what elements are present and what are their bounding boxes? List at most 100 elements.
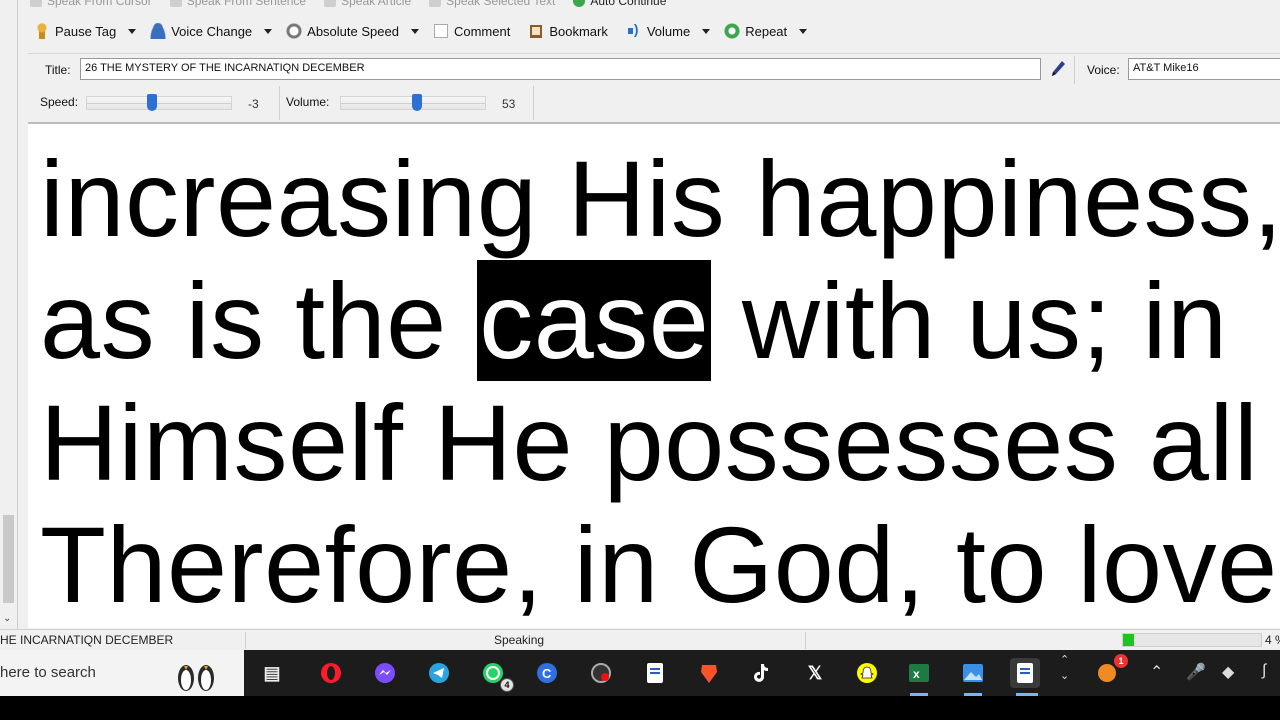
comment-icon [432, 23, 449, 39]
windows-taskbar: here to search ▤ 4 C 𝕏 x ⌃ ⌄ 1 ⌃ 🎤 ◆ ∫ [0, 650, 1280, 696]
title-label: Title: [45, 63, 71, 77]
main-toolbar: Pause Tag Voice Change Absolute Speed Co… [30, 19, 817, 43]
brave-icon[interactable] [694, 658, 724, 688]
speak-from-cursor-button[interactable]: Speak From Cursor [30, 0, 152, 8]
left-scrollbar[interactable]: ⌄ [0, 0, 18, 630]
text-reader-taskbar-icon[interactable] [1010, 658, 1040, 688]
search-placeholder: here to search [0, 664, 96, 681]
pause-tag-dropdown-icon[interactable] [128, 28, 137, 34]
voice-change-button[interactable]: Voice Change [146, 19, 256, 43]
speed-slider-thumb[interactable] [147, 94, 157, 111]
status-state: Speaking [494, 633, 545, 647]
volume-button[interactable]: Volume [622, 19, 694, 43]
document-app-icon[interactable] [640, 658, 670, 688]
comment-button[interactable]: Comment [429, 19, 514, 43]
taskbar-search-box[interactable]: here to search [0, 650, 244, 696]
voice-person-icon [150, 23, 167, 39]
text-line-4: Therefore, in God, to love [40, 504, 1278, 625]
whatsapp-icon[interactable]: 4 [478, 658, 514, 692]
reading-progress-fill [1123, 634, 1135, 646]
network-icon[interactable]: ◆ [1222, 662, 1234, 682]
screen-recorder-icon[interactable] [586, 658, 616, 688]
svg-text:C: C [542, 666, 552, 681]
speak-selected-icon [429, 0, 442, 7]
pause-tag-icon [34, 23, 50, 39]
speaker-icon [625, 21, 642, 39]
speed-volume-bar: Speed: -3 Volume: 53 [28, 86, 1280, 120]
opera-icon[interactable] [316, 658, 346, 688]
volume-slider[interactable] [340, 94, 486, 111]
auto-continue-icon [573, 0, 586, 7]
text-line-1: increasing His happiness, [40, 138, 1280, 259]
title-field[interactable]: 26 THE MYSTERY OF THE INCARNATIQN DECEMB… [80, 58, 1041, 80]
notification-app-icon[interactable]: 1 [1092, 654, 1128, 688]
notification-badge: 1 [1114, 654, 1128, 668]
status-divider-1 [245, 632, 246, 649]
speak-article-button[interactable]: Speak Article [324, 0, 411, 8]
voice-change-dropdown-icon[interactable] [264, 28, 273, 34]
volume-label: Volume: [286, 95, 330, 109]
volume-value: 53 [502, 97, 516, 111]
auto-continue-button[interactable]: Auto Continue [573, 0, 666, 8]
speak-cursor-icon [30, 0, 42, 7]
show-hidden-icons-icon[interactable]: ⌃ [1150, 662, 1163, 682]
whatsapp-badge: 4 [500, 678, 514, 692]
pen-tray-icon[interactable]: ∫ [1262, 662, 1266, 680]
speak-from-sentence-button[interactable]: Speak From Sentence [169, 0, 306, 8]
voice-label: Voice: [1087, 63, 1120, 77]
voice-field[interactable]: AT&T Mike16 [1128, 58, 1280, 80]
scroll-down-arrow-icon[interactable]: ⌄ [3, 613, 11, 624]
taskbar-scroll-arrows-icon[interactable]: ⌃ ⌄ [1060, 652, 1069, 684]
volume-dropdown-icon[interactable] [702, 28, 711, 34]
text-line-3: Himself He possesses all [40, 382, 1259, 503]
text-line-2-end: with us; in [711, 260, 1228, 381]
telegram-icon[interactable] [424, 658, 454, 688]
speak-sentence-icon [169, 0, 182, 7]
penguins-search-highlight-icon [178, 665, 214, 691]
title-bar: Title: 26 THE MYSTERY OF THE INCARNATIQN… [28, 53, 1280, 85]
slider-divider [279, 86, 280, 120]
status-document-name: HE INCARNATIQN DECEMBER [0, 633, 174, 647]
status-percent: 4 % [1265, 633, 1280, 647]
bookmark-icon [528, 23, 545, 39]
tts-reader-window: ⌄ Speak From Cursor Speak From Sentence … [0, 0, 1280, 650]
screen-bottom-border [0, 696, 1280, 720]
reading-pane[interactable]: increasing His happiness, as is the case… [28, 122, 1280, 628]
speak-toolbar: Speak From Cursor Speak From Sentence Sp… [30, 0, 666, 8]
speak-selected-text-button[interactable]: Speak Selected Text [429, 0, 555, 8]
snapchat-icon[interactable] [852, 658, 882, 688]
pause-tag-button[interactable]: Pause Tag [30, 19, 120, 43]
repeat-button[interactable]: Repeat [720, 19, 791, 43]
absolute-speed-button[interactable]: Absolute Speed [282, 19, 403, 43]
photos-icon[interactable] [958, 658, 988, 688]
microphone-icon[interactable]: 🎤 [1186, 662, 1206, 682]
messenger-icon[interactable] [370, 658, 400, 688]
absolute-speed-dropdown-icon[interactable] [410, 28, 419, 34]
speed-value: -3 [248, 97, 259, 111]
speed-gauge-icon [286, 23, 303, 39]
volume-slider-thumb[interactable] [412, 94, 422, 111]
tiktok-icon[interactable] [746, 658, 776, 688]
title-divider [1074, 56, 1075, 84]
pen-icon [1052, 61, 1065, 76]
current-word-highlight: case [477, 260, 712, 381]
repeat-dropdown-icon[interactable] [799, 28, 808, 34]
slider-divider-end [533, 86, 534, 120]
text-line-2-start: as is the [40, 260, 478, 381]
speed-label: Speed: [40, 95, 79, 109]
status-divider-2 [805, 632, 806, 649]
text-line-2: as is the case with us; in [40, 260, 1228, 381]
svg-text:x: x [913, 667, 920, 681]
task-view-icon[interactable]: ▤ [257, 658, 287, 688]
x-icon[interactable]: 𝕏 [800, 658, 830, 688]
edit-title-button[interactable] [1046, 58, 1070, 80]
scrollbar-thumb[interactable] [3, 515, 14, 603]
excel-icon[interactable]: x [904, 658, 934, 688]
speed-slider[interactable] [86, 94, 232, 111]
bookmark-button[interactable]: Bookmark [524, 19, 612, 43]
reading-progress-bar [1122, 633, 1262, 647]
speed-track-line [87, 103, 231, 104]
speak-article-icon [324, 0, 337, 7]
repeat-icon [724, 23, 741, 39]
browser-c-icon[interactable]: C [532, 658, 562, 688]
